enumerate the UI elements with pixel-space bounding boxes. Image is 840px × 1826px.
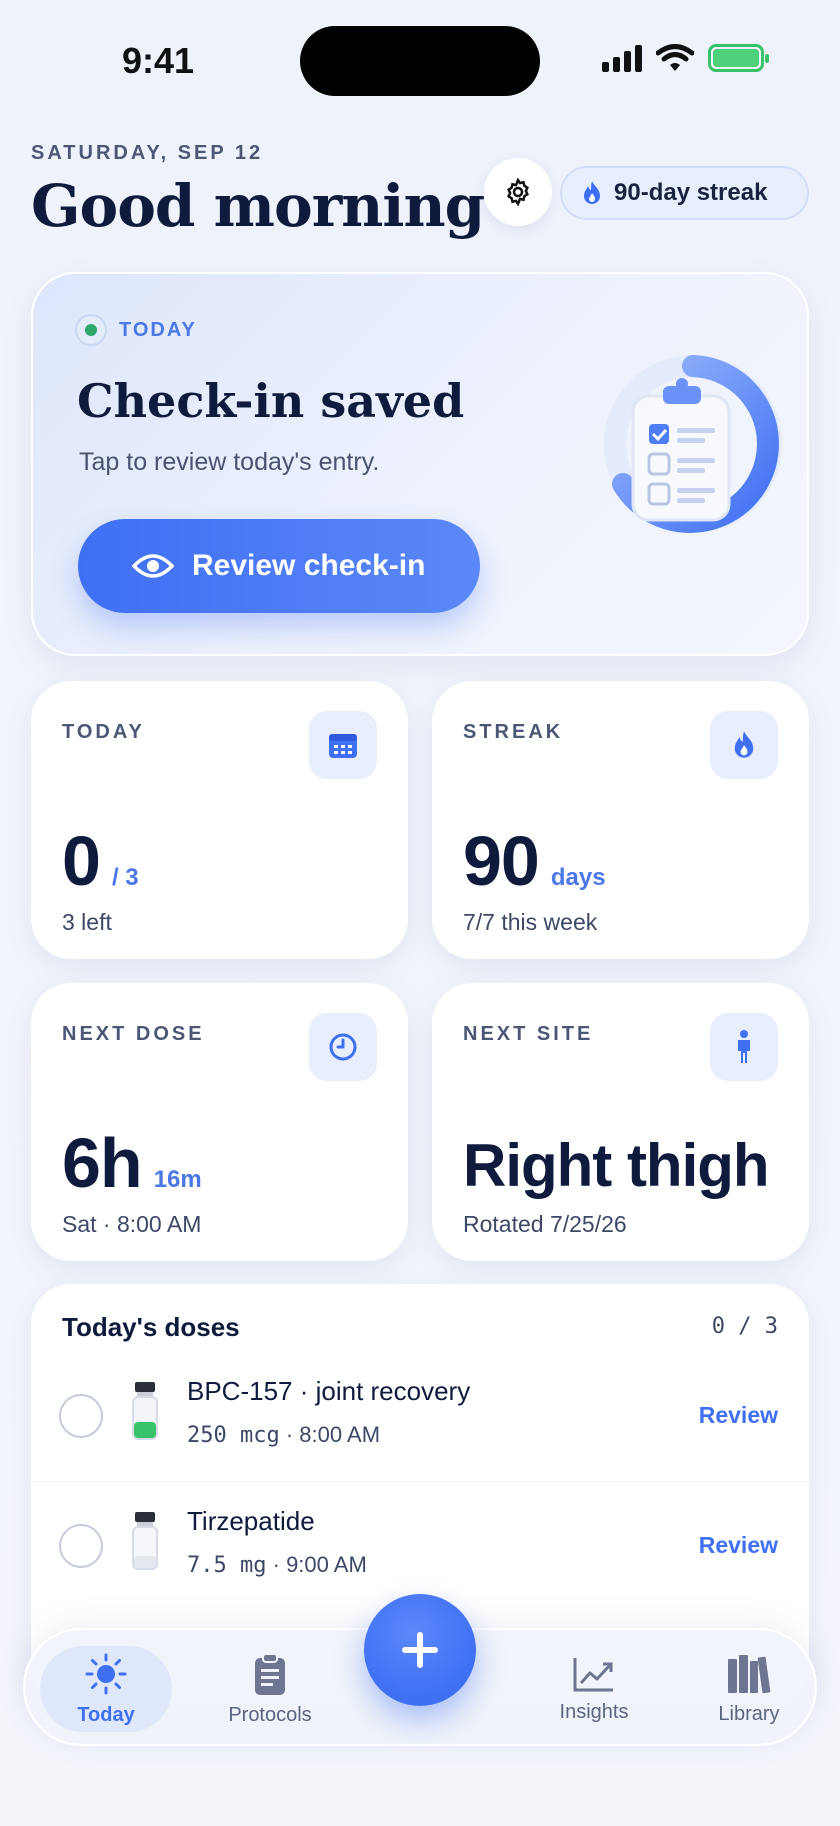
next-dose-label: NEXT DOSE [62, 1023, 205, 1045]
streak-stat-value: 90 [463, 822, 540, 900]
add-button[interactable] [364, 1594, 476, 1706]
streak-stat-card[interactable]: STREAK 90 days 7/7 this week [432, 681, 809, 959]
clock-icon-badge [309, 1013, 377, 1081]
today-stat-unit: / 3 [111, 864, 139, 891]
flame-icon [584, 181, 600, 204]
tab-today-label: Today [77, 1703, 135, 1726]
date-label: SATURDAY, SEP 12 [31, 142, 264, 164]
dose-amount: 250 mcg [187, 1423, 280, 1448]
tab-today[interactable]: Today [40, 1646, 172, 1732]
clipboard-icon [255, 1652, 285, 1695]
tab-protocols[interactable]: Protocols [205, 1630, 335, 1748]
books-icon [728, 1654, 771, 1693]
sun-icon [85, 1653, 127, 1694]
dose-row[interactable]: Tirzepatide 7.5 mg · 9:00 AM Review [31, 1482, 809, 1612]
cellular-signal-icon [602, 44, 642, 72]
next-dose-unit: 16m [153, 1166, 202, 1193]
chart-icon [573, 1657, 613, 1691]
plus-icon [402, 1632, 438, 1668]
next-dose-value: 6h [62, 1124, 143, 1202]
today-stat-foot: 3 left [62, 909, 112, 935]
clipboard-illustration-icon [604, 355, 782, 533]
dose-name: Tirzepatide [187, 1506, 315, 1536]
dose-name: BPC-157 · joint recovery [187, 1376, 471, 1406]
gear-icon [507, 177, 529, 207]
checkin-card[interactable]: TODAY Check-in saved Tap to review today… [31, 272, 809, 656]
next-dose-value-group: 6h 16m [62, 1123, 202, 1203]
dose-row[interactable]: BPC-157 · joint recovery 250 mcg · 8:00 … [31, 1352, 809, 1482]
eye-icon [132, 554, 174, 578]
status-bar: 9:41 [0, 0, 840, 120]
wifi-icon [656, 44, 694, 71]
person-icon [738, 1030, 750, 1063]
person-icon-badge [710, 1013, 778, 1081]
tab-insights-label: Insights [559, 1700, 629, 1723]
calendar-icon [329, 734, 357, 758]
tab-insights[interactable]: Insights [529, 1630, 659, 1748]
flame-icon-badge [710, 711, 778, 779]
dose-checkbox[interactable] [59, 1394, 103, 1438]
dose-time: 8:00 AM [299, 1422, 381, 1447]
next-dose-card[interactable]: NEXT DOSE 6h 16m Sat · 8:00 AM [31, 983, 408, 1261]
vial-icon [132, 1512, 158, 1570]
review-checkin-button[interactable]: Review check-in [78, 519, 480, 613]
next-site-foot: Rotated 7/25/26 [463, 1211, 627, 1237]
dose-meta: 7.5 mg · 9:00 AM [187, 1552, 367, 1578]
settings-button[interactable] [484, 158, 552, 226]
dose-amount: 7.5 mg [187, 1553, 267, 1578]
review-checkin-label: Review check-in [192, 549, 426, 582]
today-tag-label: TODAY [119, 318, 197, 341]
status-icons [602, 44, 769, 72]
battery-icon [708, 44, 769, 72]
streak-stat-value-group: 90 days [463, 821, 606, 901]
tab-library-label: Library [718, 1702, 780, 1725]
tab-protocols-label: Protocols [228, 1703, 312, 1726]
streak-stat-foot: 7/7 this week [463, 909, 598, 935]
dose-review-link[interactable]: Review [699, 1402, 778, 1429]
dose-review-link[interactable]: Review [699, 1532, 778, 1559]
vial-icon [132, 1382, 158, 1440]
checkin-subtitle: Tap to review today's entry. [79, 448, 380, 476]
dose-meta: 250 mcg · 8:00 AM [187, 1422, 381, 1448]
streak-pill[interactable]: 90-day streak [560, 166, 809, 220]
today-stat-value: 0 [62, 822, 101, 900]
status-time: 9:41 [122, 40, 195, 81]
today-stat-label: TODAY [62, 721, 145, 743]
flame-icon [734, 731, 754, 758]
streak-stat-unit: days [550, 864, 606, 891]
calendar-icon-badge [309, 711, 377, 779]
next-dose-foot: Sat · 8:00 AM [62, 1211, 202, 1237]
next-site-card[interactable]: NEXT SITE Right thigh Rotated 7/25/26 [432, 983, 809, 1261]
streak-pill-label: 90-day streak [614, 179, 768, 206]
status-dot-icon [75, 314, 107, 346]
next-site-label: NEXT SITE [463, 1023, 594, 1045]
today-tag: TODAY [75, 314, 197, 346]
streak-stat-label: STREAK [463, 721, 564, 743]
page-title: Good morning [31, 172, 485, 240]
clock-icon [329, 1033, 357, 1061]
next-site-value: Right thigh [463, 1132, 770, 1199]
dynamic-island [300, 26, 540, 96]
checkin-title: Check-in saved [77, 374, 465, 428]
doses-count: 0 / 3 [711, 1314, 778, 1339]
today-stat-value-group: 0 / 3 [62, 821, 139, 901]
tab-library[interactable]: Library [689, 1630, 809, 1748]
today-stat-card[interactable]: TODAY 0 / 3 3 left [31, 681, 408, 959]
doses-title: Today's doses [62, 1312, 240, 1342]
dose-checkbox[interactable] [59, 1524, 103, 1568]
dose-time: 9:00 AM [286, 1552, 367, 1577]
